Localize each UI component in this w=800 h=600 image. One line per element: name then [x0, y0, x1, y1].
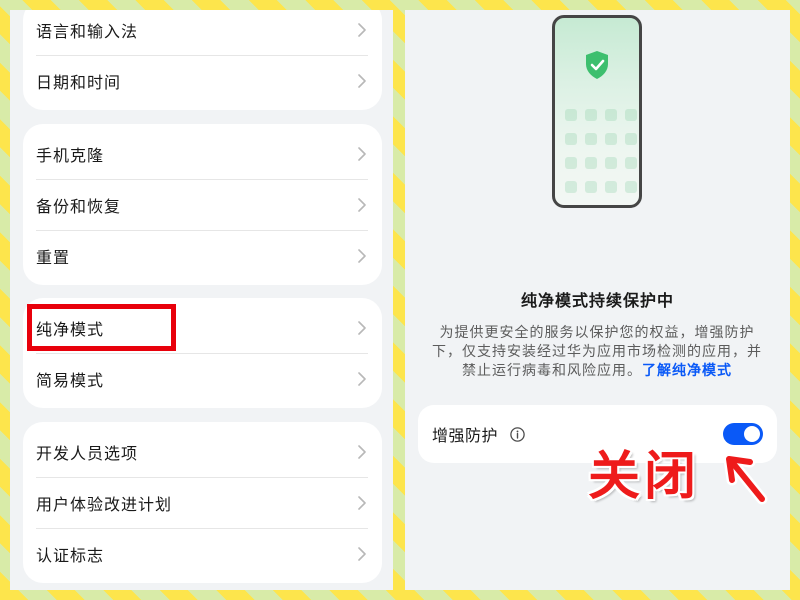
enhanced-protection-label: 增强防护 — [432, 428, 499, 445]
settings-item-label: 简易模式 — [36, 372, 105, 390]
chevron-right-icon — [358, 197, 366, 212]
learn-more-link[interactable]: 了解纯净模式 — [642, 362, 732, 378]
settings-item-pure-mode[interactable]: 纯净模式 — [23, 302, 382, 353]
settings-item-user-experience-program[interactable]: 用户体验改进计划 — [23, 477, 382, 528]
app-icon-placeholder — [585, 181, 597, 193]
settings-item-label: 日期和时间 — [36, 74, 122, 92]
settings-item-label: 重置 — [36, 249, 71, 267]
settings-item-label: 语言和输入法 — [36, 23, 139, 41]
app-icon-grid — [565, 109, 637, 193]
settings-group: 开发人员选项 用户体验改进计划 认证标志 — [23, 422, 382, 583]
settings-item-date-time[interactable]: 日期和时间 — [23, 55, 382, 106]
app-icon-placeholder — [585, 109, 597, 121]
settings-item-label: 手机克隆 — [36, 147, 105, 165]
app-icon-placeholder — [625, 181, 637, 193]
pure-mode-title: 纯净模式持续保护中 — [520, 293, 674, 310]
app-icon-placeholder — [605, 109, 617, 121]
app-icon-placeholder — [565, 157, 577, 169]
settings-item-developer-options[interactable]: 开发人员选项 — [23, 426, 382, 477]
app-icon-placeholder — [565, 109, 577, 121]
info-icon[interactable] — [510, 426, 525, 442]
chevron-right-icon — [358, 546, 366, 561]
pure-mode-description: 为提供更安全的服务以保护您的权益，增强防护下，仅支持安装经过华为应用市场检测的应… — [430, 323, 764, 380]
settings-group: 纯净模式 简易模式 — [23, 298, 382, 408]
settings-item-label: 备份和恢复 — [36, 198, 122, 216]
settings-item-language-input[interactable]: 语言和输入法 — [23, 10, 382, 55]
chevron-right-icon — [358, 320, 366, 335]
app-icon-placeholder — [625, 157, 637, 169]
chevron-right-icon — [358, 73, 366, 88]
shield-check-icon — [584, 50, 610, 80]
chevron-right-icon — [358, 22, 366, 37]
settings-item-phone-clone[interactable]: 手机克隆 — [23, 128, 382, 179]
app-icon-placeholder — [625, 109, 637, 121]
settings-item-certification-marks[interactable]: 认证标志 — [23, 528, 382, 579]
settings-screen: 语言和输入法 日期和时间 手机克隆 备份和恢复 重置 纯净模式 简易模式 开发人… — [10, 10, 393, 590]
toggle-knob — [744, 426, 760, 442]
app-icon-placeholder — [605, 133, 617, 145]
app-icon-placeholder — [565, 133, 577, 145]
app-icon-placeholder — [605, 157, 617, 169]
highlight-box — [27, 304, 176, 351]
app-icon-placeholder — [565, 181, 577, 193]
chevron-right-icon — [358, 444, 366, 459]
settings-group: 手机克隆 备份和恢复 重置 — [23, 124, 382, 285]
app-icon-placeholder — [585, 133, 597, 145]
settings-item-label: 认证标志 — [36, 547, 105, 565]
settings-item-reset[interactable]: 重置 — [23, 230, 382, 281]
chevron-right-icon — [358, 248, 366, 263]
app-icon-placeholder — [625, 133, 637, 145]
phone-shield-check-icon — [552, 15, 642, 208]
app-icon-placeholder — [605, 181, 617, 193]
app-icon-placeholder — [585, 157, 597, 169]
settings-item-label: 用户体验改进计划 — [36, 496, 173, 514]
settings-group: 语言和输入法 日期和时间 — [23, 10, 382, 110]
chevron-right-icon — [358, 146, 366, 161]
arrow-up-left-icon — [718, 449, 770, 505]
chevron-right-icon — [358, 371, 366, 386]
settings-item-backup-restore[interactable]: 备份和恢复 — [23, 179, 382, 230]
chevron-right-icon — [358, 495, 366, 510]
settings-item-simple-mode[interactable]: 简易模式 — [23, 353, 382, 404]
annotation-label: 关闭 — [588, 448, 701, 506]
enhanced-protection-toggle[interactable] — [723, 423, 763, 445]
settings-item-label: 开发人员选项 — [36, 445, 139, 463]
